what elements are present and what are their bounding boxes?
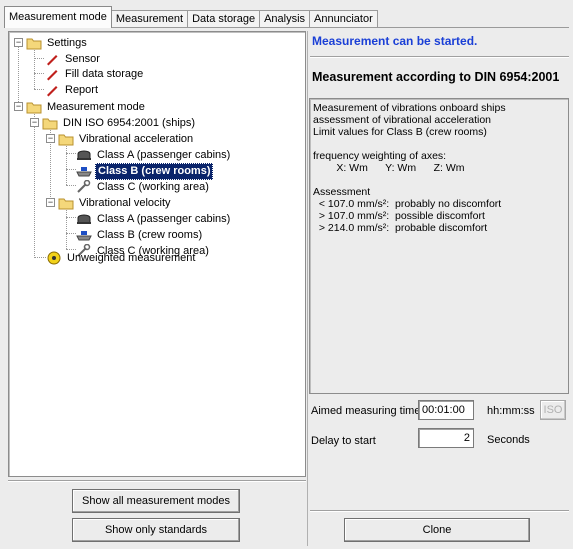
delay-input[interactable]: 2 (418, 428, 474, 448)
folder-icon (26, 100, 42, 114)
collapse-vib-vel-icon[interactable]: − (46, 198, 55, 207)
delay-unit: Seconds (487, 434, 530, 446)
show-all-modes-button[interactable]: Show all measurement modes (72, 489, 240, 513)
tab-analysis[interactable]: Analysis (259, 10, 311, 28)
description-box: Measurement of vibrations onboard ships a… (309, 98, 569, 394)
description-line: X: Wm Y: Wm Z: Wm (313, 162, 465, 174)
description-line: < 107.0 mm/s²: probably no discomfort (313, 198, 502, 210)
show-only-standards-button[interactable]: Show only standards (72, 518, 240, 542)
ship-icon (76, 228, 92, 242)
description-line: assessment of vibrational acceleration (313, 114, 492, 126)
tree-item-fill-data-storage[interactable]: Fill data storage (44, 66, 145, 82)
measurement-heading: Measurement according to DIN 6954:2001 (312, 70, 560, 84)
description-line (313, 138, 565, 150)
description-line: frequency weighting of axes: (313, 150, 447, 162)
aimed-time-input[interactable]: 00:01:00 (418, 400, 474, 420)
tree-item-report[interactable]: Report (44, 82, 100, 98)
collapse-measurement-mode-icon[interactable]: − (14, 102, 23, 111)
description-line (313, 174, 565, 186)
tree-item-vel-class-b[interactable]: Class B (crew rooms) (76, 227, 204, 243)
pencil-icon (44, 67, 60, 81)
description-line: Measurement of vibrations onboard ships (313, 102, 506, 114)
tab-measurement-mode[interactable]: Measurement mode (4, 6, 112, 28)
unweighted-icon (46, 251, 62, 265)
tree-item-accel-class-c[interactable]: Class C (working area) (76, 179, 211, 195)
tree-item-accel-class-b[interactable]: Class B (crew rooms) (76, 162, 214, 180)
folder-icon (42, 116, 58, 130)
delay-label: Delay to start (311, 435, 376, 447)
tree-item-din[interactable]: DIN ISO 6954:2001 (ships) (42, 115, 197, 131)
ship-icon (76, 164, 92, 178)
tab-data-storage[interactable]: Data storage (187, 10, 261, 28)
collapse-settings-icon[interactable]: − (14, 38, 23, 47)
tree-item-vib-accel[interactable]: Vibrational acceleration (58, 131, 195, 147)
tab-measurement[interactable]: Measurement (110, 10, 189, 28)
collapse-din-icon[interactable]: − (30, 118, 39, 127)
folder-icon (58, 196, 74, 210)
description-line: Limit values for Class B (crew rooms) (313, 126, 487, 138)
tree-item-measurement-mode[interactable]: Measurement mode (26, 99, 147, 115)
measurement-mode-tree[interactable]: − − − − − Settings Sensor Fill data stor… (8, 31, 306, 477)
tree-item-settings[interactable]: Settings (26, 35, 89, 51)
folder-icon (26, 36, 42, 50)
tab-annunciator[interactable]: Annunciator (309, 10, 378, 28)
tree-item-unweighted[interactable]: Unweighted measurement (46, 250, 197, 266)
description-line: Assessment (313, 186, 371, 198)
pencil-icon (44, 52, 60, 66)
cabin-icon (76, 148, 92, 162)
tree-item-vel-class-a[interactable]: Class A (passenger cabins) (76, 211, 232, 227)
pencil-icon (44, 83, 60, 97)
status-message: Measurement can be started. (312, 34, 478, 48)
aimed-time-unit: hh:mm:ss (487, 405, 535, 417)
tree-item-sensor[interactable]: Sensor (44, 51, 102, 67)
tree-item-vib-vel[interactable]: Vibrational velocity (58, 195, 173, 211)
selected-label: Class B (crew rooms) (95, 162, 214, 180)
status-separator (310, 56, 569, 58)
collapse-vib-accel-icon[interactable]: − (46, 134, 55, 143)
clone-button[interactable]: Clone (344, 518, 530, 542)
cabin-icon (76, 212, 92, 226)
left-bottom-separator (8, 480, 306, 482)
tab-bar: Measurement mode Measurement Data storag… (4, 6, 378, 28)
wrench-icon (76, 180, 92, 194)
folder-icon (58, 132, 74, 146)
right-bottom-separator (310, 510, 569, 512)
panel-divider (307, 31, 308, 546)
iso-button[interactable]: ISO (540, 400, 566, 420)
aimed-time-label: Aimed measuring time (311, 405, 421, 417)
description-line: > 107.0 mm/s²: possible discomfort (313, 210, 485, 222)
tree-item-accel-class-a[interactable]: Class A (passenger cabins) (76, 147, 232, 163)
description-line: > 214.0 mm/s²: probable discomfort (313, 222, 488, 234)
